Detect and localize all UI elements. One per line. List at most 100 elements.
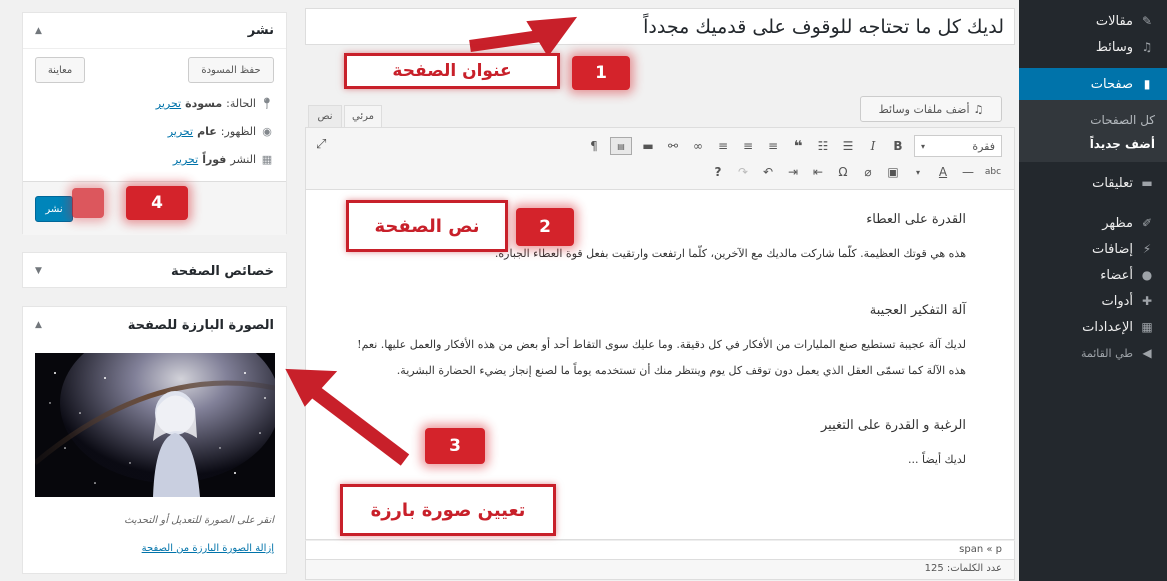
align-center-icon[interactable]: ≡ [739,137,757,155]
annotation-number-3: 3 [425,428,485,464]
sidebar-item-comments[interactable]: ▬ تعليقات [1019,170,1167,196]
eye-icon: ◉ [262,125,272,138]
chevron-down-icon[interactable]: ▼ [35,266,42,276]
horizontal-line-icon[interactable]: — [959,163,977,181]
featured-image-hint: انقر على الصورة للتعديل أو التحديث [124,515,274,526]
schedule-value: فوراً [202,153,227,166]
unlink-icon[interactable]: ⚯ [664,137,682,155]
align-right-icon[interactable]: ≡ [714,137,732,155]
annotation-number-1: 1 [572,56,630,90]
italic-icon[interactable]: I [864,137,882,155]
indent-icon[interactable]: ⇥ [784,163,802,181]
publish-box-title: نشر [247,23,274,38]
sidebar-item-pages[interactable]: ▮ صفحات [1012,68,1167,100]
special-character-icon[interactable]: Ω [834,163,852,181]
content-paragraph: لديك آلة عجيبة تستطيع صنع المليارات من ا… [357,338,966,377]
page-attributes-title: خصائص الصفحة [171,263,274,279]
clear-formatting-icon[interactable]: ⌀ [859,163,877,181]
save-draft-button[interactable]: حفظ المسودة [188,57,274,83]
edit-visibility-link[interactable]: تحرير [168,125,193,138]
redo-icon[interactable]: ↷ [734,163,752,181]
tab-visual[interactable]: مرئي [344,105,382,127]
submenu-all-pages[interactable]: كل الصفحات [1019,108,1167,132]
sidebar-item-label: وسائط [1095,39,1133,55]
preview-button[interactable]: معاينة [35,57,85,83]
pin-icon: 📍︎ [260,97,274,110]
add-media-label: أضف ملفات وسائط [878,102,970,116]
editor-toolbar: فقرة ▾ B I ☰ ☷ ❝ ≡ ≡ ≡ ∞ ⚯ ▬ ▤ ¶ abc — A… [305,127,1015,190]
sidebar-item-label: صفحات [1090,76,1133,92]
fullscreen-icon[interactable]: ⤢ [316,137,326,152]
tab-text[interactable]: نص [308,105,342,127]
sidebar-item-media[interactable]: ♫ وسائط [1019,34,1167,60]
edit-status-link[interactable]: تحرير [156,97,181,110]
featured-image-header[interactable]: الصورة البارزة للصفحة ▲ [23,307,286,343]
word-count: عدد الكلمات: 125 [305,560,1015,580]
sidebar-item-appearance[interactable]: ✐ مظهر [1019,210,1167,236]
sidebar-item-plugins[interactable]: ⚡ إضافات [1019,236,1167,262]
media-icon: ♫ [1141,40,1153,54]
appearance-icon: ✐ [1141,216,1153,230]
chevron-down-icon[interactable]: ▾ [909,163,927,181]
format-select[interactable]: فقرة ▾ [914,135,1002,157]
sidebar-item-tools[interactable]: ✚ أدوات [1019,288,1167,314]
annotation-label-title: عنوان الصفحة [344,53,560,89]
page-title-input[interactable]: لديك كل ما تحتاجه للوقوف على قدميك مجددا… [305,8,1015,45]
page-attributes-box[interactable]: خصائص الصفحة ▼ [22,252,287,288]
schedule-label: النشر [230,153,256,166]
sidebar-item-posts[interactable]: ✎ مقالات [1019,8,1167,34]
annotation-number-4: 4 [126,186,188,220]
paragraph-icon[interactable]: ¶ [585,137,603,155]
pages-icon: ▮ [1143,77,1151,91]
sidebar-item-label: تعليقات [1092,175,1133,191]
sidebar-item-collapse[interactable]: ◀ طي القائمة [1019,340,1167,366]
link-icon[interactable]: ∞ [689,137,707,155]
bullet-list-icon[interactable]: ☰ [839,137,857,155]
visibility-value: عام [197,125,217,138]
pin-icon: ✎ [1141,14,1153,28]
toolbar-toggle-icon[interactable]: ▤ [610,137,632,155]
featured-image-box: الصورة البارزة للصفحة ▲ انقر على الصورة … [22,306,287,574]
undo-icon[interactable]: ↶ [759,163,777,181]
bold-icon[interactable]: B [889,137,907,155]
collapse-toggle-icon[interactable]: ▲ [35,320,42,330]
sidebar-item-label: مقالات [1095,13,1133,29]
help-icon[interactable]: ? [709,163,727,181]
publish-box-header[interactable]: نشر ▲ [23,13,286,49]
text-color-icon[interactable]: A [934,163,952,181]
sidebar-item-settings[interactable]: ▦ الإعدادات [1019,314,1167,340]
strikethrough-icon[interactable]: abc [984,163,1002,181]
format-value: فقرة [972,139,995,153]
sidebar-item-users[interactable]: ● أعضاء [1019,262,1167,288]
annotation-number-2: 2 [516,208,574,246]
align-left-icon[interactable]: ≡ [764,137,782,155]
blockquote-icon[interactable]: ❝ [789,137,807,155]
visibility-label: الظهور: [220,125,256,138]
users-icon: ● [1141,268,1153,282]
pages-submenu: كل الصفحات أضف جديداً [1019,100,1167,162]
add-media-button[interactable]: ♫ أضف ملفات وسائط [860,96,1002,122]
sidebar-item-label: الإعدادات [1082,319,1133,335]
outdent-icon[interactable]: ⇤ [809,163,827,181]
admin-sidebar: ✎ مقالات ♫ وسائط ▮ صفحات كل الصفحات أضف … [1012,0,1167,581]
settings-icon: ▦ [1141,320,1153,334]
edit-schedule-link[interactable]: تحرير [173,153,198,166]
status-value: مسودة [185,97,223,110]
sidebar-item-label: أعضاء [1100,267,1133,283]
collapse-toggle-icon[interactable]: ▲ [35,26,42,36]
media-icon: ♫ [973,102,984,116]
remove-featured-image-link[interactable]: إزالة الصورة البارزة من الصفحة [142,543,274,554]
numbered-list-icon[interactable]: ☷ [814,137,832,155]
content-heading: آلة التفكير العجيبة [869,303,966,318]
annotation-label-featured-image: تعيين صورة بارزة [340,484,556,536]
read-more-icon[interactable]: ▬ [639,137,657,155]
paste-text-icon[interactable]: ▣ [884,163,902,181]
publish-button[interactable]: نشر [35,196,73,222]
submenu-add-new[interactable]: أضف جديداً [1019,132,1167,156]
featured-image-title: الصورة البارزة للصفحة [127,317,274,333]
sidebar-item-label: إضافات [1091,241,1133,257]
featured-image[interactable] [35,353,275,497]
sidebar-item-label: طي القائمة [1080,346,1133,360]
status-row: 📍︎ الحالة: مسودة تحرير [156,97,274,110]
page-attributes-header[interactable]: خصائص الصفحة ▼ [23,253,286,289]
